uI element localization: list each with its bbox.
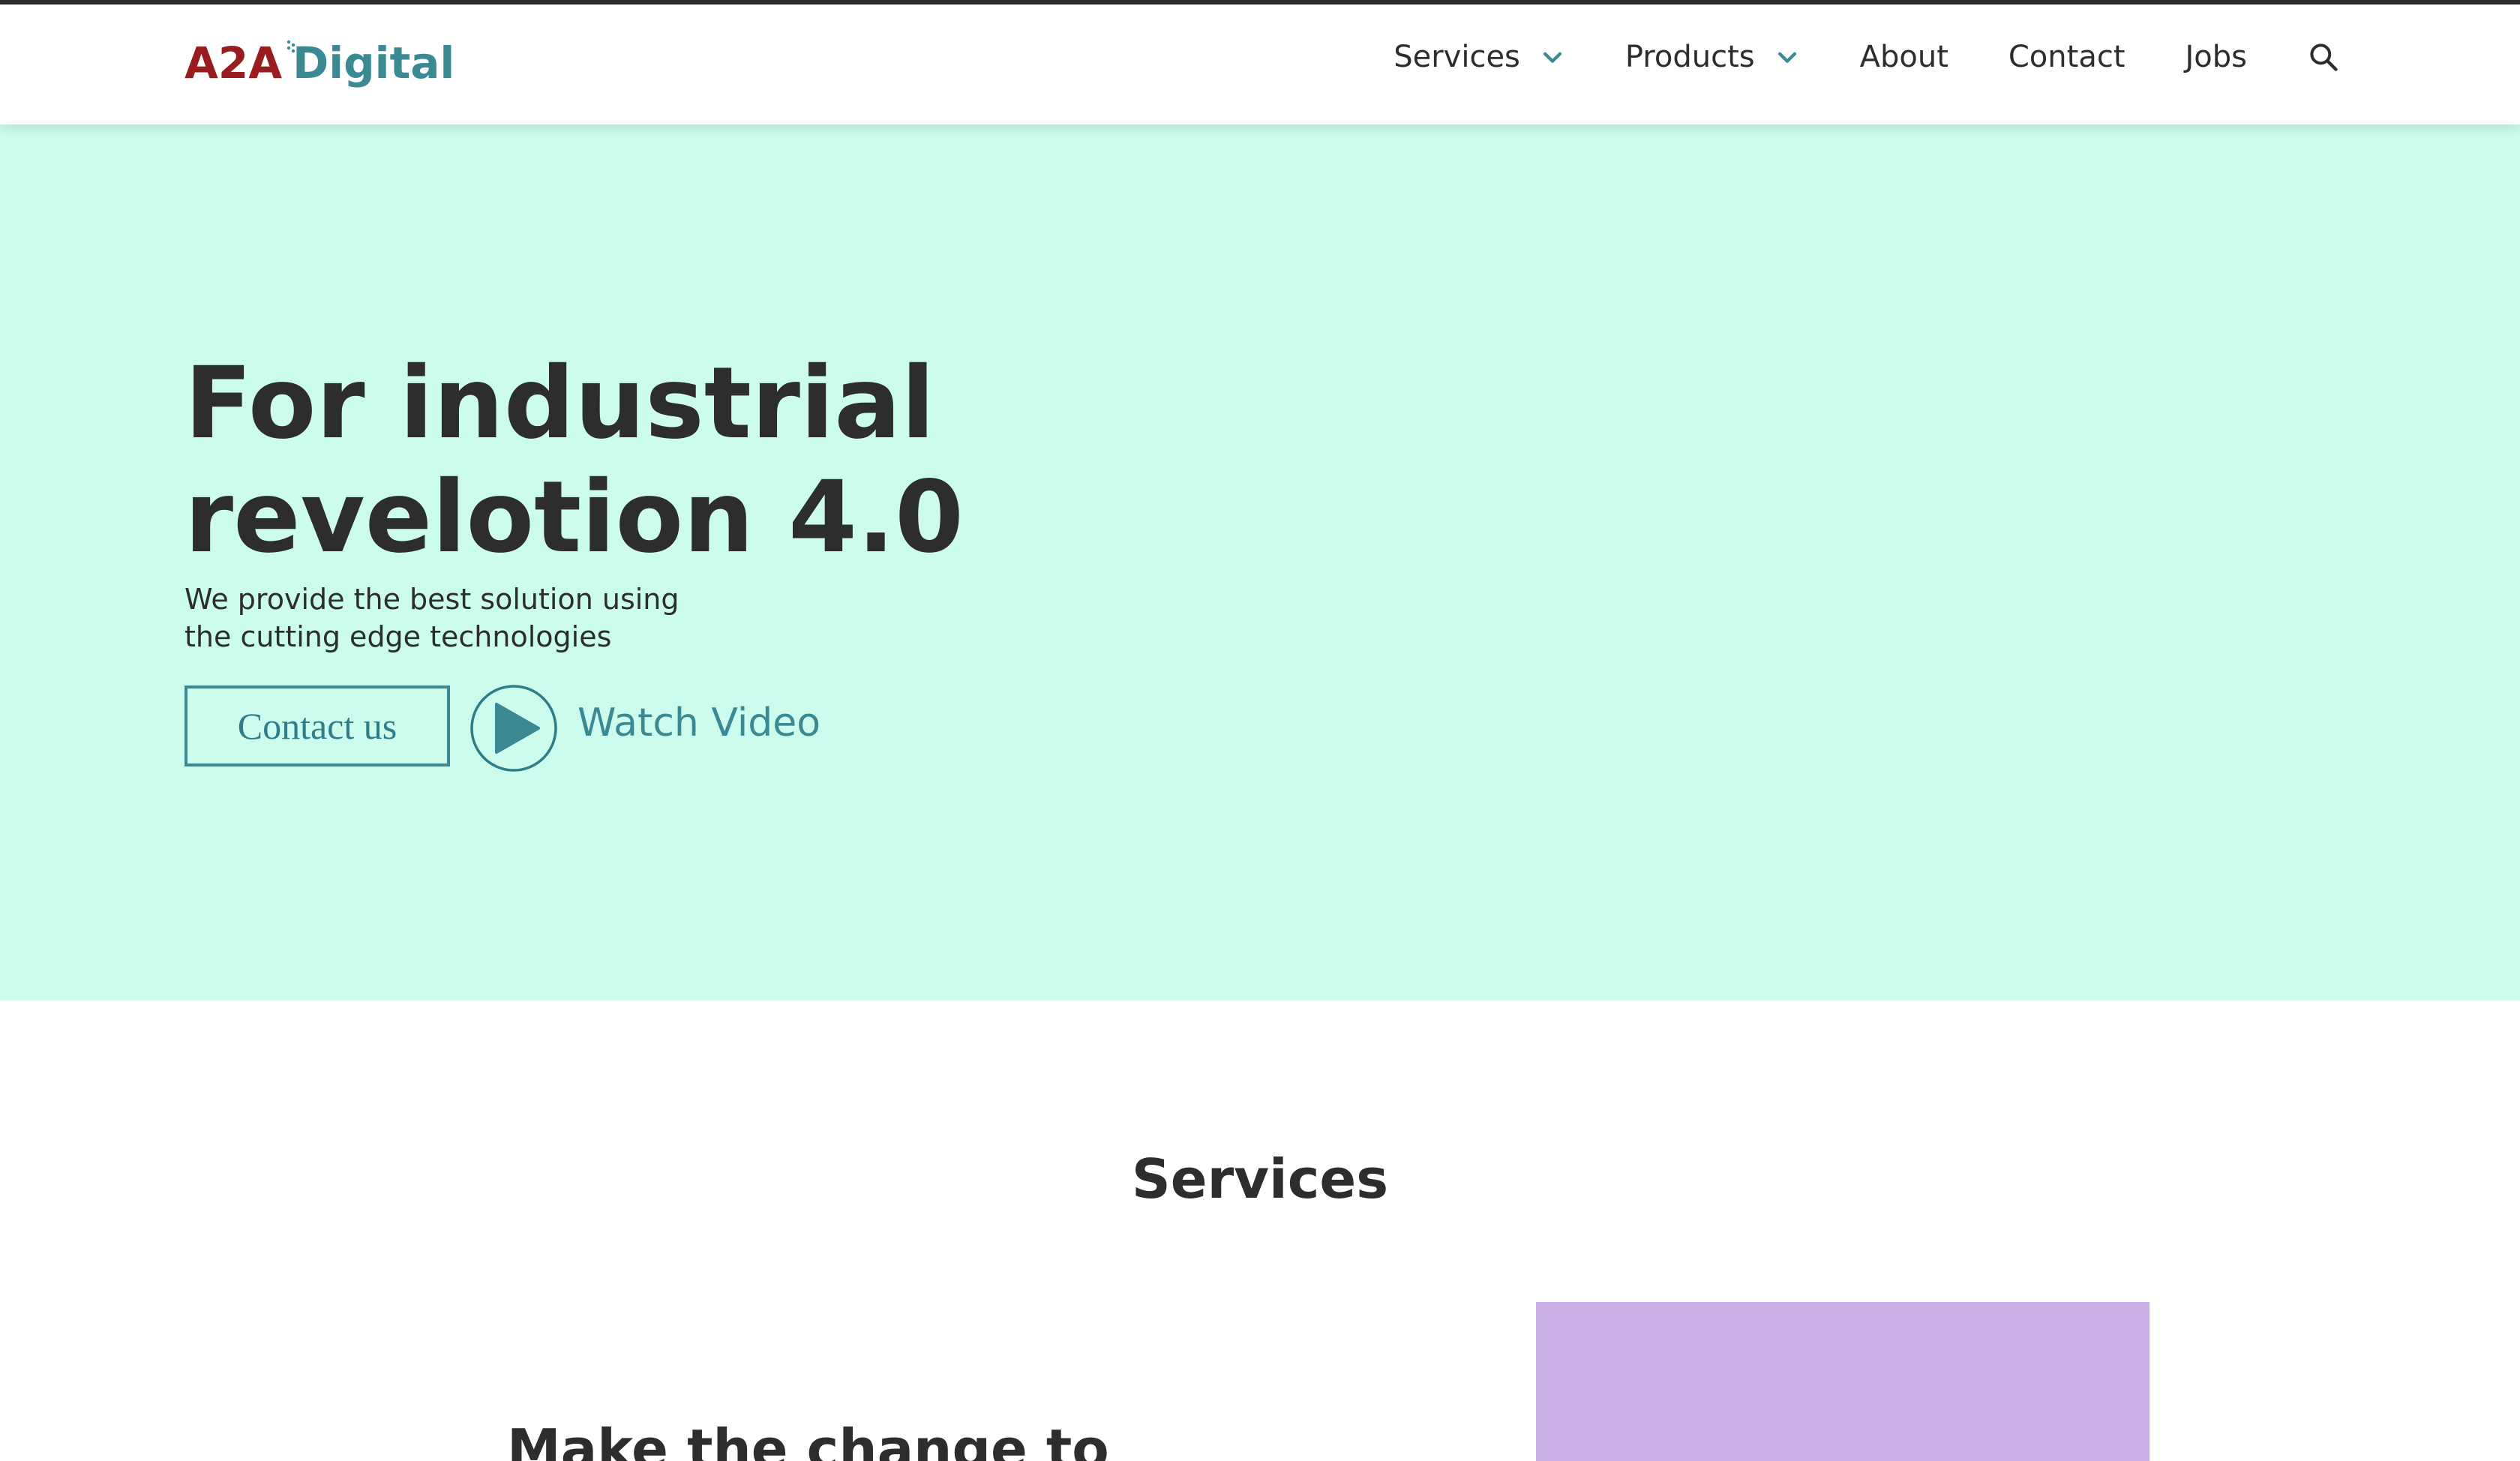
search-icon[interactable]: [2307, 40, 2340, 74]
nav-item-services[interactable]: Services: [1394, 40, 1565, 74]
main-nav: Services Products About Contact Jobs: [1394, 32, 2340, 82]
logo-part-digital: Digital: [286, 38, 455, 88]
nav-item-jobs[interactable]: Jobs: [2186, 40, 2248, 74]
hero-subtitle-line1: We provide the best solution using: [184, 583, 680, 616]
nav-label-about: About: [1859, 40, 1948, 74]
services-section-title: Services: [1131, 1148, 1389, 1210]
play-video-icon[interactable]: [470, 684, 558, 772]
hero-section: For industrial revelotion 4.0 We provide…: [0, 124, 2520, 1000]
hero-title-line2: revelotion 4.0: [184, 460, 964, 575]
hero-subtitle: We provide the best solution using the c…: [184, 580, 724, 656]
nav-label-products: Products: [1624, 40, 1755, 74]
hero-title: For industrial revelotion 4.0: [184, 346, 1010, 574]
hero-title-line1: For industrial: [184, 346, 935, 461]
nav-label-jobs: Jobs: [2185, 40, 2248, 74]
logo-dots-icon: [286, 40, 296, 53]
nav-item-about[interactable]: About: [1860, 40, 1948, 74]
logo-digital-text: Digital: [292, 38, 455, 88]
contact-us-button[interactable]: Contact us: [184, 686, 450, 766]
hero-subtitle-line2: the cutting edge technologies: [184, 620, 612, 653]
nav-item-products[interactable]: Products: [1625, 40, 1800, 74]
nav-label-contact: Contact: [2008, 40, 2126, 74]
service-card-heading: Make the change to: [507, 1418, 1109, 1461]
service-image-placeholder: [1536, 1302, 2150, 1461]
site-logo[interactable]: A2A Digital: [184, 38, 454, 98]
logo-part-a2a: A2A: [184, 38, 283, 88]
watch-video-link[interactable]: Watch Video: [578, 700, 820, 746]
chevron-down-icon: [1543, 52, 1562, 63]
chevron-down-icon: [1778, 52, 1796, 63]
site-header: A2A Digital Services Products About Cont…: [0, 4, 2520, 124]
nav-item-contact[interactable]: Contact: [2008, 40, 2126, 74]
nav-label-services: Services: [1394, 40, 1520, 74]
